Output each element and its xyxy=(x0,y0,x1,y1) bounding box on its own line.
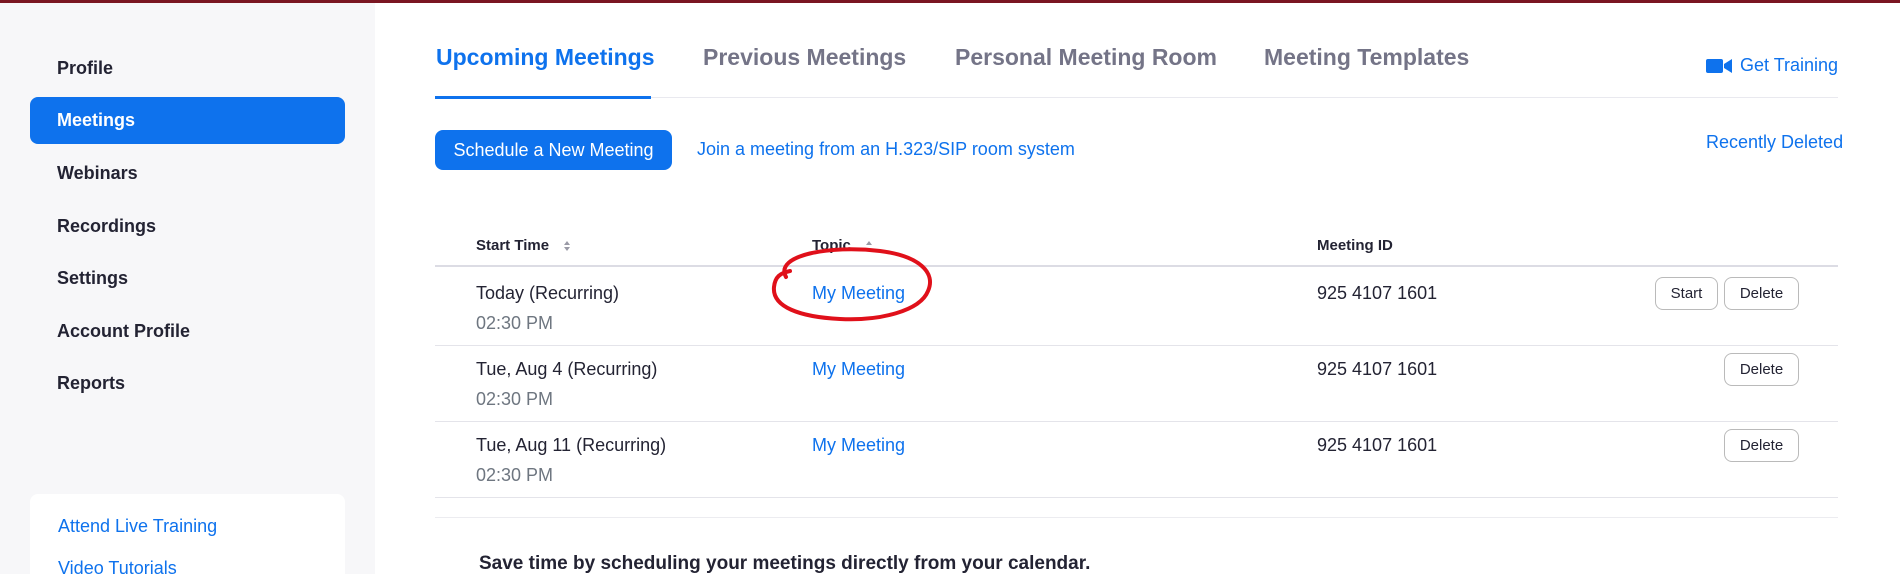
meeting-topic-link[interactable]: My Meeting xyxy=(812,359,905,380)
sort-icon xyxy=(866,241,873,246)
meeting-time: 02:30 PM xyxy=(476,465,554,485)
sidebar-item-profile[interactable]: Profile xyxy=(30,45,345,92)
column-header-meeting-id: Meeting ID xyxy=(1317,237,1393,254)
training-links-panel: Attend Live Training Video Tutorials xyxy=(30,494,345,574)
calendar-promo-text: Save time by scheduling your meetings di… xyxy=(479,553,1091,574)
delete-meeting-button[interactable]: Delete xyxy=(1724,277,1799,310)
meeting-date: Tue, Aug 11 (Recurring) xyxy=(476,435,667,455)
delete-meeting-button[interactable]: Delete xyxy=(1724,429,1799,462)
tab-upcoming-meetings[interactable]: Upcoming Meetings xyxy=(436,44,655,71)
topic-header-label: Topic xyxy=(812,237,851,254)
meeting-topic-link[interactable]: My Meeting xyxy=(812,435,905,456)
meeting-id: 925 4107 1601 xyxy=(1317,283,1438,303)
sort-icon xyxy=(564,241,571,252)
recently-deleted-link[interactable]: Recently Deleted xyxy=(1706,132,1843,153)
row-divider xyxy=(435,497,1838,498)
video-tutorials-link[interactable]: Video Tutorials xyxy=(58,558,177,574)
get-training-label: Get Training xyxy=(1740,55,1839,75)
tab-meeting-templates[interactable]: Meeting Templates xyxy=(1264,44,1469,71)
section-divider xyxy=(435,517,1838,518)
meeting-date: Today (Recurring) xyxy=(476,283,620,303)
video-camera-icon xyxy=(1706,58,1732,73)
sidebar: Profile Meetings Webinars Recordings Set… xyxy=(0,3,375,574)
sidebar-item-reports[interactable]: Reports xyxy=(30,360,345,407)
start-time-header-label: Start Time xyxy=(476,237,550,254)
tab-personal-meeting-room[interactable]: Personal Meeting Room xyxy=(955,44,1217,71)
get-training-link[interactable]: Get Training xyxy=(1706,55,1838,76)
meeting-topic-link[interactable]: My Meeting xyxy=(812,283,905,304)
delete-meeting-button[interactable]: Delete xyxy=(1724,353,1799,386)
sidebar-item-settings[interactable]: Settings xyxy=(30,255,345,302)
meeting-time: 02:30 PM xyxy=(476,313,554,333)
row-divider xyxy=(435,345,1838,346)
sidebar-item-webinars[interactable]: Webinars xyxy=(30,150,345,197)
meeting-id: 925 4107 1601 xyxy=(1317,435,1438,455)
attend-live-training-link[interactable]: Attend Live Training xyxy=(58,516,217,537)
sidebar-item-meetings[interactable]: Meetings xyxy=(30,97,345,144)
column-header-start-time[interactable]: Start Time xyxy=(476,237,571,254)
meeting-time: 02:30 PM xyxy=(476,389,554,409)
meeting-date: Tue, Aug 4 (Recurring) xyxy=(476,359,658,379)
row-divider xyxy=(435,421,1838,422)
start-meeting-button[interactable]: Start xyxy=(1655,277,1718,310)
active-tab-indicator xyxy=(435,96,651,99)
table-header-divider xyxy=(435,265,1838,267)
meeting-id: 925 4107 1601 xyxy=(1317,359,1438,379)
schedule-meeting-button[interactable]: Schedule a New Meeting xyxy=(435,130,672,170)
column-header-topic[interactable]: Topic xyxy=(812,237,873,254)
sidebar-item-recordings[interactable]: Recordings xyxy=(30,203,345,250)
sidebar-item-account-profile[interactable]: Account Profile xyxy=(30,308,345,355)
join-sip-room-link[interactable]: Join a meeting from an H.323/SIP room sy… xyxy=(697,139,1075,160)
tab-previous-meetings[interactable]: Previous Meetings xyxy=(703,44,906,71)
